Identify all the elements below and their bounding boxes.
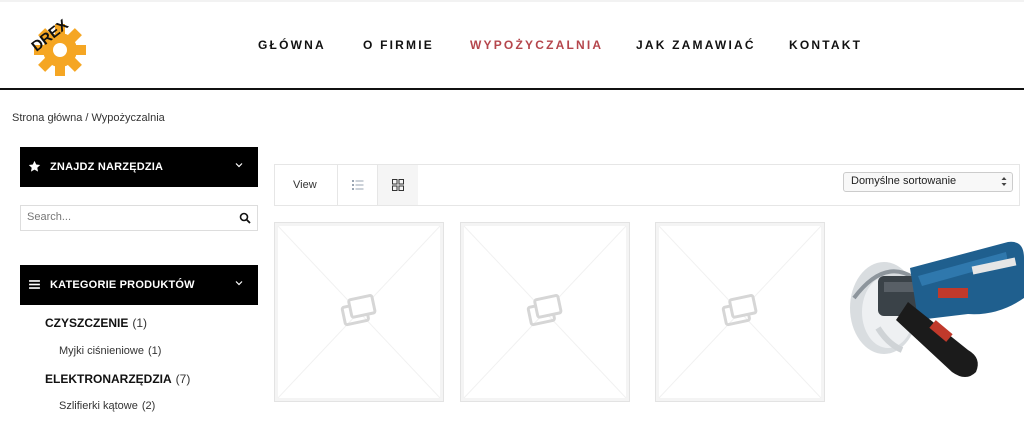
chevron-down-icon <box>235 281 243 286</box>
nav-jak-zamawiac[interactable]: JAK ZAMAWIAĆ <box>636 38 756 52</box>
nav-wypozyczalnia[interactable]: WYPOŻYCZALNIA <box>470 38 603 52</box>
chevron-down-icon <box>235 163 243 168</box>
category-name: Myjki ciśnieniowe <box>59 345 144 357</box>
category-czyszczenie[interactable]: CZYSZCZENIE (1) <box>45 316 147 330</box>
breadcrumb: Strona główna / Wypożyczalnia <box>12 112 165 124</box>
shop-toolbar: View Domyślne sortowanie <box>274 164 1020 206</box>
placeholder-image-icon <box>461 223 629 401</box>
product-card[interactable] <box>655 222 825 402</box>
nav-glowna[interactable]: GŁÓWNA <box>258 38 326 52</box>
category-count: (1) <box>147 345 162 357</box>
angle-grinder-photo[interactable] <box>848 238 1024 388</box>
grid-view-button[interactable] <box>377 165 418 205</box>
header-divider <box>0 88 1024 90</box>
search-input[interactable] <box>27 209 227 225</box>
nav-kontakt[interactable]: KONTAKT <box>789 38 862 52</box>
nav-o-firmie[interactable]: O FIRMIE <box>363 38 434 52</box>
category-elektronarzedzia[interactable]: ELEKTRONARZĘDZIA (7) <box>45 372 190 386</box>
category-name: Szlifierki kątowe <box>59 400 138 412</box>
category-szlifierki-katowe[interactable]: Szlifierki kątowe (2) <box>59 400 155 412</box>
product-categories-title: KATEGORIE PRODUKTÓW <box>50 279 195 291</box>
product-card[interactable] <box>460 222 630 402</box>
category-name: ELEKTRONARZĘDZIA <box>45 372 172 386</box>
search-box <box>20 205 258 231</box>
placeholder-image-icon <box>656 223 824 401</box>
find-tools-title: ZNAJDZ NARZĘDZIA <box>50 161 164 173</box>
view-label: View <box>293 179 317 191</box>
product-categories-widget-header[interactable]: KATEGORIE PRODUKTÓW <box>20 265 258 305</box>
list-icon <box>352 180 364 190</box>
list-view-button[interactable] <box>337 165 378 205</box>
main-nav: GŁÓWNA O FIRMIE WYPOŻYCZALNIA JAK ZAMAWI… <box>0 38 1024 56</box>
placeholder-image-icon <box>275 223 443 401</box>
category-name: CZYSZCZENIE <box>45 316 129 330</box>
product-card[interactable] <box>274 222 444 402</box>
star-icon <box>28 160 41 172</box>
sort-value: Domyślne sortowanie <box>851 175 957 187</box>
category-count: (2) <box>141 400 156 412</box>
category-count: (7) <box>175 372 191 386</box>
category-myjki-cisnieniowe[interactable]: Myjki ciśnieniowe (1) <box>59 345 161 357</box>
menu-icon <box>29 280 40 289</box>
site-header: DREX GŁÓWNA O FIRMIE WYPOŻYCZALNIA JAK Z… <box>0 2 1024 88</box>
category-count: (1) <box>132 316 148 330</box>
select-arrows-icon <box>1001 177 1007 186</box>
search-icon[interactable] <box>239 212 251 224</box>
find-tools-widget-header[interactable]: ZNAJDZ NARZĘDZIA <box>20 147 258 187</box>
grid-icon <box>392 179 404 191</box>
sort-select[interactable]: Domyślne sortowanie <box>843 172 1013 192</box>
